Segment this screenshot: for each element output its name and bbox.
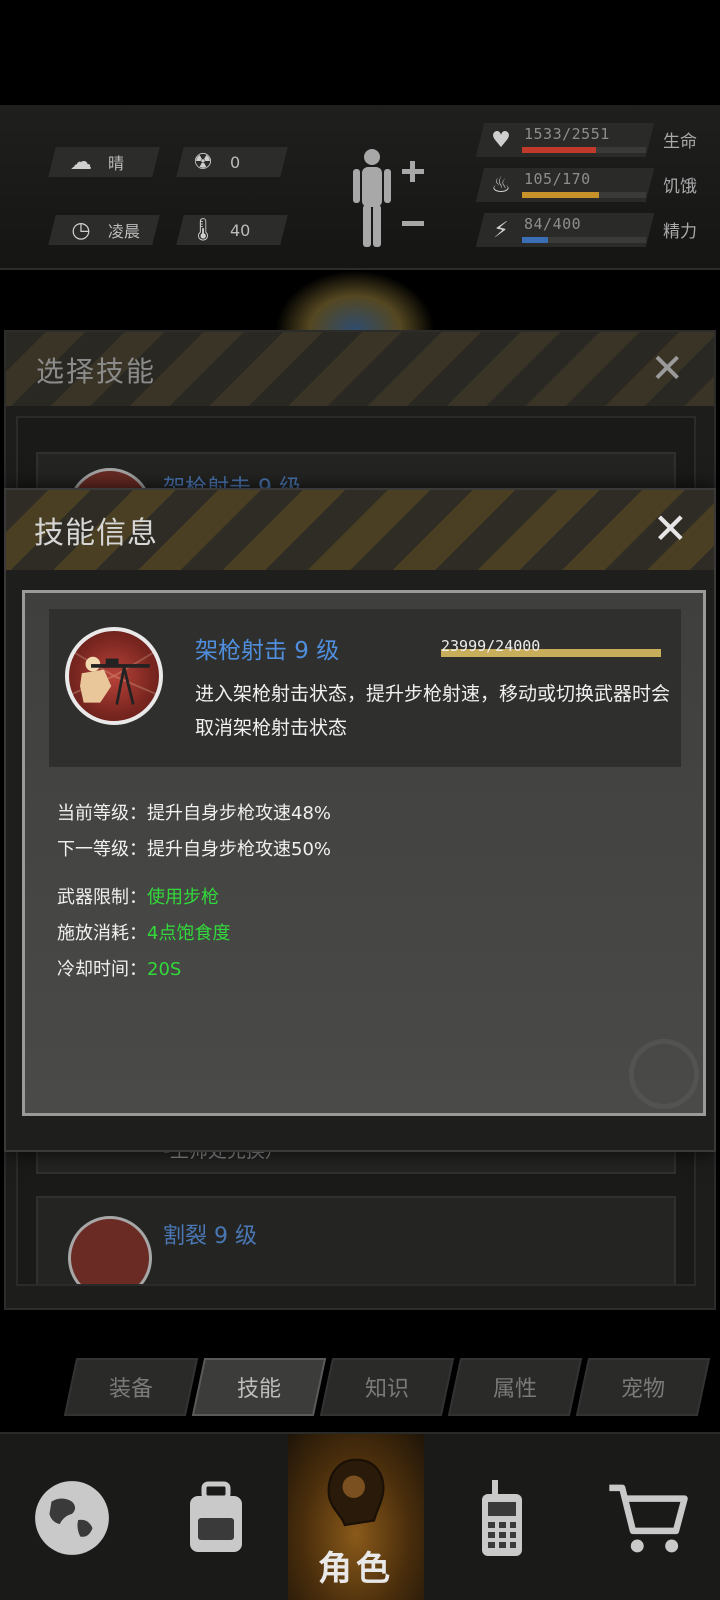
weather-text: 晴 (108, 154, 125, 173)
stat-hunger: ♨ 105/170 饥饿 (475, 168, 710, 202)
skill-name: 架枪射击 9 级 (195, 638, 340, 664)
status-panel: ☁ 晴 ☢ 0 ◷ 凌晨 🌡 40 ♥ 1533/2551 生命 ♨ 105/1… (0, 105, 720, 270)
time-chip: ◷ 凌晨 (56, 215, 140, 245)
skill-list-item[interactable]: 割裂 9 级 (36, 1196, 676, 1284)
character-tabs: 装备 技能 知识 属性 宠物 (63, 1358, 720, 1418)
hunger-label: 饥饿 (663, 177, 697, 197)
skill-card: 架枪射击 9 级 23999/24000 进入架枪射击状态，提升步枪射速，移动或… (49, 609, 681, 767)
nav-backpack[interactable] (144, 1434, 288, 1600)
energy-value: 84/400 (524, 215, 582, 233)
skill-description: 进入架枪射击状态，提升步枪射速，移动或切换武器时会取消架枪射击状态 (195, 683, 671, 739)
current-level-value: 提升自身步枪攻速48% (147, 803, 332, 824)
tab-skills[interactable]: 技能 (191, 1358, 327, 1416)
skill-list-item-title: 割裂 9 级 (163, 1224, 257, 1249)
stomach-icon: ♨ (491, 172, 511, 198)
cooldown-label: 冷却时间： (57, 959, 147, 980)
current-level-line: 当前等级：提升自身步枪攻速48% (57, 799, 331, 825)
stat-health: ♥ 1533/2551 生命 (475, 123, 710, 157)
skill-icon (68, 1216, 152, 1284)
nav-character-label: 角色 (318, 1549, 394, 1589)
close-icon[interactable]: ✕ (650, 346, 684, 392)
cast-cost-value: 4点饱食度 (147, 923, 231, 944)
walkie-talkie-icon (482, 1480, 522, 1556)
radiation-watermark-icon (629, 1039, 699, 1109)
brain-bolt-icon: ⚡ (493, 217, 509, 243)
bottom-navigation: 角色 (0, 1432, 720, 1600)
weapon-limit-label: 武器限制： (57, 887, 147, 908)
clock-icon: ◷ (71, 217, 91, 243)
nav-character[interactable]: 角色 (288, 1434, 424, 1600)
sniper-skill-icon (65, 627, 163, 725)
nav-shop[interactable] (576, 1434, 720, 1600)
current-level-label: 当前等级： (57, 803, 147, 824)
time-text: 凌晨 (108, 222, 141, 241)
health-label: 生命 (663, 132, 697, 152)
thermometer-icon: 🌡 (189, 217, 217, 243)
next-level-value: 提升自身步枪攻速50% (147, 839, 332, 860)
hunger-bar (522, 192, 646, 198)
health-bar (522, 147, 646, 153)
stat-energy: ⚡ 84/400 精力 (475, 213, 710, 247)
tab-knowledge[interactable]: 知识 (319, 1358, 455, 1416)
radiation-chip: ☢ 0 (178, 147, 240, 177)
tab-equipment[interactable]: 装备 (63, 1358, 199, 1416)
temperature-chip: 🌡 40 (178, 215, 250, 245)
backpack-icon (190, 1481, 242, 1552)
energy-label: 精力 (663, 222, 697, 242)
radiation-value: 0 (230, 152, 241, 172)
radiation-icon: ☢ (193, 149, 213, 175)
nav-radio[interactable] (430, 1434, 574, 1600)
globe-icon (35, 1481, 109, 1555)
skill-exp-text: 23999/24000 (441, 637, 541, 655)
close-icon[interactable]: ✕ (653, 504, 688, 553)
skill-info-header: 技能信息 ✕ (6, 490, 714, 570)
tab-pets[interactable]: 宠物 (575, 1358, 711, 1416)
weapon-limit-value: 使用步枪 (147, 887, 219, 908)
hunger-value: 105/170 (524, 170, 591, 188)
body-status-figure-icon[interactable] (350, 145, 430, 255)
cast-cost-label: 施放消耗： (57, 923, 147, 944)
next-level-line: 下一等级：提升自身步枪攻速50% (57, 835, 331, 861)
head-gear-icon (327, 1458, 385, 1527)
skill-info-dialog: 技能信息 ✕ 架枪射击 9 级 23999/24000 进入架枪射击状态，提升步… (4, 488, 716, 1152)
temperature-value: 40 (230, 220, 251, 240)
cast-cost-line: 施放消耗：4点饱食度 (57, 919, 230, 945)
cooldown-line: 冷却时间：20S (57, 955, 181, 981)
energy-bar (522, 237, 646, 243)
shopping-cart-icon (609, 1484, 688, 1553)
emblem-decoration (275, 270, 435, 330)
skill-info-body: 架枪射击 9 级 23999/24000 进入架枪射击状态，提升步枪射速，移动或… (22, 590, 706, 1116)
weapon-limit-line: 武器限制：使用步枪 (57, 883, 219, 909)
cloud-sun-icon: ☁ (70, 149, 92, 175)
select-skill-title: 选择技能 (36, 355, 157, 388)
nav-world-map[interactable] (0, 1434, 144, 1600)
tab-attributes[interactable]: 属性 (447, 1358, 583, 1416)
next-level-label: 下一等级： (57, 839, 147, 860)
heart-pulse-icon: ♥ (491, 127, 511, 153)
health-value: 1533/2551 (524, 125, 610, 143)
weather-chip: ☁ 晴 (56, 147, 124, 177)
skill-info-title: 技能信息 (34, 516, 158, 551)
select-skill-header: 选择技能 ✕ (6, 332, 714, 406)
cooldown-value: 20S (147, 959, 182, 980)
